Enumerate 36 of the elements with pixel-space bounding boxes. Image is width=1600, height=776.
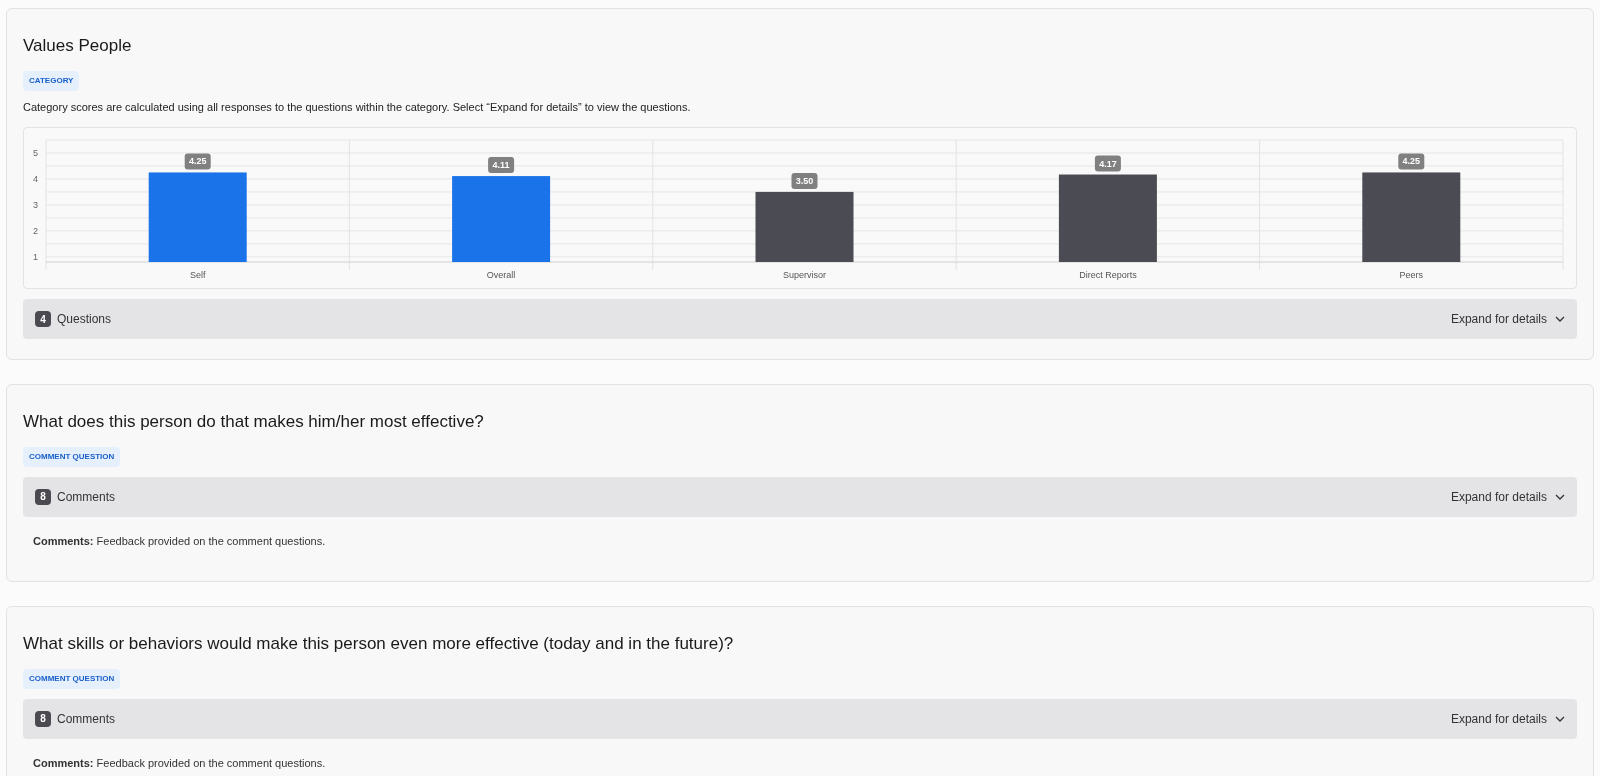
axis-category-label: Self [189, 270, 206, 280]
summary-label: Comments [57, 488, 115, 506]
count-badge: 8 [35, 710, 51, 727]
expand-button[interactable]: Expand for details [1450, 487, 1565, 506]
description-text: Category scores are calculated using all responses to the questions within the category. Select “Expand for details” to view the questions. [23, 99, 692, 115]
summary-label: Questions [57, 311, 112, 328]
value-label: 4.25 [1398, 153, 1425, 170]
section-title: What skills or behaviors would make this person even more effective (today and in the future)? [23, 633, 735, 655]
value-label: 4.17 [1094, 155, 1121, 172]
comments-note: Comments: Feedback provided on the comment questions. [33, 533, 327, 549]
expand-button[interactable]: Expand for details [1450, 310, 1565, 328]
axis-category-label: Overall [486, 270, 516, 280]
value-label: 4.25 [184, 153, 211, 170]
value-label: 3.50 [791, 172, 818, 189]
axis-category-label: Direct Reports [1079, 270, 1137, 280]
axis-tick-label: 5 [33, 148, 38, 158]
section-title: What does this person do that makes him/her most effective? [23, 411, 485, 433]
comments-note: Comments: Feedback provided on the comment questions. [33, 755, 327, 771]
axis-tick-label: 1 [33, 251, 38, 262]
axis-tick-label: 4 [33, 173, 38, 184]
expand-button[interactable]: Expand for details [1450, 709, 1565, 728]
axis-category-label: Peers [1399, 270, 1424, 280]
summary-label: Comments [57, 710, 115, 728]
section-title: Values People [23, 35, 133, 57]
axis-category-label: Supervisor [783, 270, 826, 280]
chevron-down-icon [1555, 493, 1565, 500]
count-badge: 8 [35, 488, 51, 505]
count-badge: 4 [35, 311, 51, 327]
value-label: 4.11 [488, 157, 515, 174]
axis-tick-label: 3 [33, 199, 38, 210]
axis-tick-label: 2 [33, 225, 38, 236]
type-tag: COMMENT QUESTION [23, 446, 121, 467]
chevron-down-icon [1555, 715, 1565, 722]
type-tag: CATEGORY [23, 70, 80, 91]
chevron-down-icon [1555, 316, 1565, 322]
type-tag: COMMENT QUESTION [23, 668, 121, 689]
